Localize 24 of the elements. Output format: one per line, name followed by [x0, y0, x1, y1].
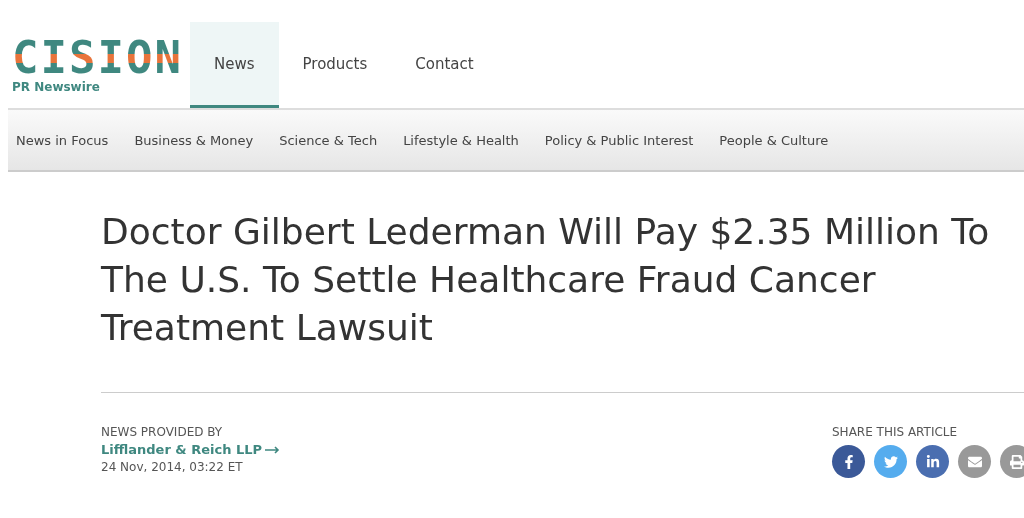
category-link[interactable]: Lifestyle & Health — [403, 132, 519, 148]
arrow-icon — [265, 445, 282, 454]
share-button[interactable] — [916, 445, 949, 478]
category-link[interactable]: Business & Money — [134, 132, 254, 148]
share-button[interactable] — [1000, 445, 1024, 478]
category-link[interactable]: Policy & Public Interest — [544, 132, 694, 148]
category-link[interactable]: Science & Tech — [279, 132, 378, 148]
share-button[interactable] — [958, 445, 991, 478]
share-button[interactable] — [832, 445, 865, 478]
mail-icon — [967, 454, 982, 469]
bird-icon — [883, 454, 898, 469]
category-link[interactable]: People & Culture — [719, 132, 829, 148]
linkedin-icon — [925, 454, 940, 469]
provided-by-label: NEWS PROVIDED BY — [101, 425, 224, 439]
nav-tab[interactable]: News — [190, 22, 279, 108]
printer-icon — [1009, 454, 1024, 469]
nav-tab[interactable]: Contact — [391, 22, 498, 108]
provider-link[interactable]: Lifflander & Reich LLP — [101, 442, 282, 457]
nav-tab[interactable]: Products — [278, 22, 392, 108]
share-label: SHARE THIS ARTICLE — [832, 425, 959, 439]
category-link[interactable]: News in Focus — [16, 132, 109, 148]
logo-tagline: PR Newswire — [12, 80, 100, 94]
publish-date: 24 Nov, 2014, 03:22 ET — [101, 460, 244, 474]
article-title: Doctor Gilbert Lederman Will Pay $2.35 Million To The U.S. To Settle Healthcare Fraud Cancer Treatment Lawsuit — [101, 210, 991, 350]
